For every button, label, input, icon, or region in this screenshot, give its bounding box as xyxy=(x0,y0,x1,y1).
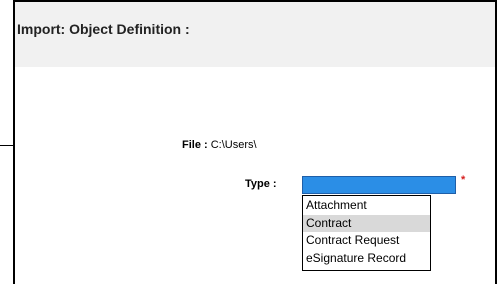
type-label: Type : xyxy=(245,178,277,190)
required-indicator: * xyxy=(461,174,466,186)
dialog-header: Import: Object Definition : xyxy=(15,2,495,67)
dropdown-option-contract-request[interactable]: Contract Request xyxy=(303,232,430,250)
dropdown-option-attachment[interactable]: Attachment xyxy=(303,197,430,215)
dropdown-option-contract[interactable]: Contract xyxy=(303,214,430,232)
file-row: File : C:\Users\ xyxy=(182,139,257,151)
type-dropdown-list: Attachment Contract Contract Request eSi… xyxy=(302,195,431,271)
file-label: File : xyxy=(182,139,208,151)
divider-line xyxy=(0,145,14,146)
page: Import: Object Definition : File : C:\Us… xyxy=(0,0,497,284)
file-path-value: C:\Users\ xyxy=(210,139,257,151)
dropdown-option-esignature-record[interactable]: eSignature Record xyxy=(303,250,430,268)
dialog-title: Import: Object Definition : xyxy=(17,21,190,37)
type-select[interactable] xyxy=(302,176,456,194)
